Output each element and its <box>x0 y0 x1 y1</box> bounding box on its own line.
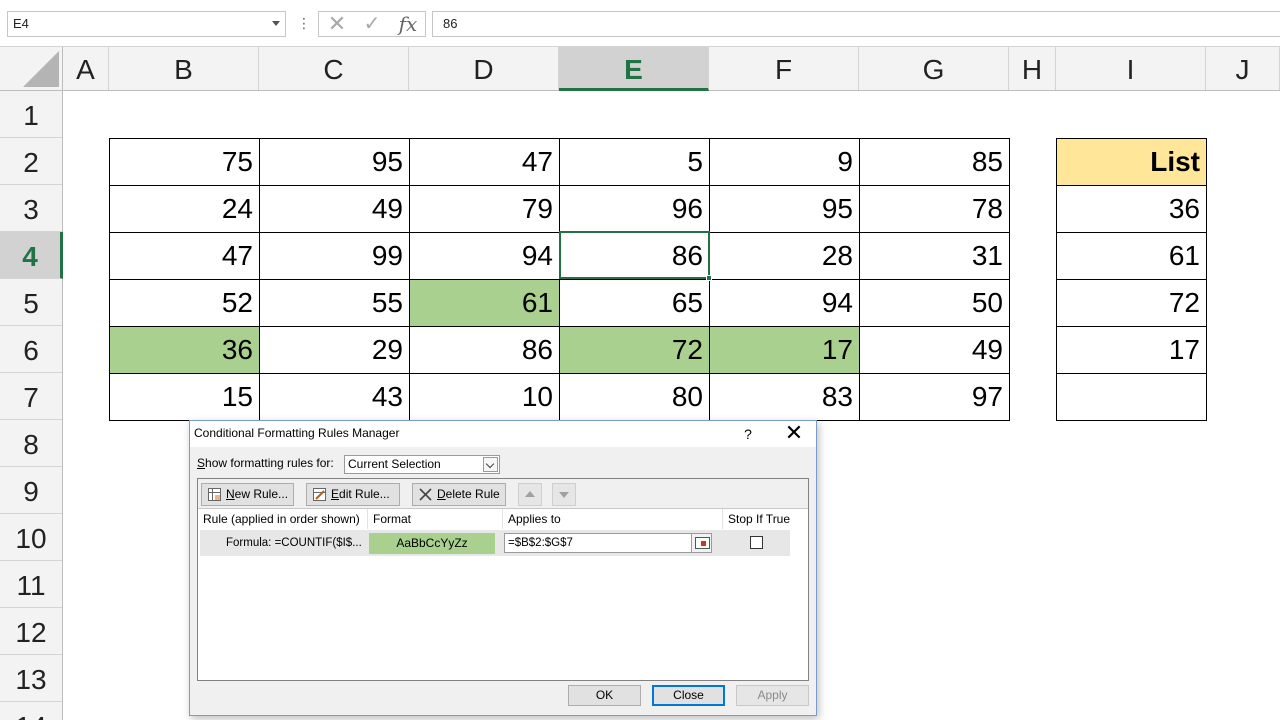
cell-d3[interactable]: 79 <box>409 185 560 233</box>
close-icon[interactable]: ✕ <box>784 422 804 444</box>
rules-list: New Rule... Edit Rule... Delete Rule Rul… <box>197 478 809 681</box>
cell-c3[interactable]: 49 <box>259 185 410 233</box>
cell-g6[interactable]: 49 <box>859 326 1010 374</box>
cell-e7[interactable]: 80 <box>559 373 710 421</box>
accelerator-key: E <box>331 487 340 501</box>
dialog-title: Conditional Formatting Rules Manager <box>194 426 400 440</box>
cell-b5[interactable]: 52 <box>109 279 260 327</box>
arrow-down-icon <box>559 492 569 498</box>
show-rules-label: Show formatting rules for: <box>197 456 334 470</box>
edit-rule-label: dit Rule... <box>339 487 390 501</box>
cell-b3[interactable]: 24 <box>109 185 260 233</box>
column-header-stop-if-true: Stop If True <box>728 512 791 526</box>
cell-b7[interactable]: 15 <box>109 373 260 421</box>
show-rules-select[interactable]: Current Selection <box>344 455 500 474</box>
apply-button[interactable]: Apply <box>736 685 809 706</box>
cell-f2[interactable]: 9 <box>709 138 860 186</box>
cell-f7[interactable]: 83 <box>709 373 860 421</box>
cell-g3[interactable]: 78 <box>859 185 1010 233</box>
delete-rule-label: elete Rule <box>445 487 500 501</box>
cell-i3[interactable]: 36 <box>1056 185 1207 233</box>
cell-d2[interactable]: 47 <box>409 138 560 186</box>
cell-e4[interactable]: 86 <box>559 232 710 280</box>
new-rule-button[interactable]: New Rule... <box>201 483 294 506</box>
chevron-down-icon[interactable] <box>483 457 498 472</box>
fill-handle[interactable] <box>706 275 712 281</box>
cell-d6[interactable]: 86 <box>409 326 560 374</box>
applies-to-input[interactable]: =$B$2:$G$7 <box>504 533 712 553</box>
cell-c6[interactable]: 29 <box>259 326 410 374</box>
ok-button[interactable]: OK <box>568 685 641 706</box>
accelerator-key: S <box>197 456 206 470</box>
close-button[interactable]: Close <box>652 685 725 706</box>
edit-rule-button[interactable]: Edit Rule... <box>306 483 400 506</box>
cell-d7[interactable]: 10 <box>409 373 560 421</box>
cell-i7[interactable] <box>1056 373 1207 421</box>
cell-b4[interactable]: 47 <box>109 232 260 280</box>
delete-rule-button[interactable]: Delete Rule <box>412 483 506 506</box>
conditional-formatting-dialog: Conditional Formatting Rules Manager ? ✕… <box>189 420 817 716</box>
cell-c2[interactable]: 95 <box>259 138 410 186</box>
cell-d5[interactable]: 61 <box>409 279 560 327</box>
show-rules-label-text: how formatting rules for: <box>205 456 334 470</box>
cell-b6[interactable]: 36 <box>109 326 260 374</box>
arrow-up-icon <box>525 491 535 497</box>
excel-window: E4 ⋮ ✕ ✓ fx 86 ABCDEFGHIJ 1 2 3 4 5 6 7 8 9 10 11 1… <box>0 0 1280 720</box>
cell-g4[interactable]: 31 <box>859 232 1010 280</box>
column-header-rule: Rule (applied in order shown) <box>198 509 368 529</box>
new-rule-icon <box>208 488 221 501</box>
accelerator-key: N <box>226 487 235 501</box>
cell-b2[interactable]: 75 <box>109 138 260 186</box>
cell-i6[interactable]: 17 <box>1056 326 1207 374</box>
cell-f5[interactable]: 94 <box>709 279 860 327</box>
format-preview: AaBbCcYyZz <box>369 533 495 554</box>
cell-e5[interactable]: 65 <box>559 279 710 327</box>
cell-c5[interactable]: 55 <box>259 279 410 327</box>
edit-rule-icon <box>313 488 326 501</box>
cell-f3[interactable]: 95 <box>709 185 860 233</box>
cell-c7[interactable]: 43 <box>259 373 410 421</box>
cell-i2[interactable]: List <box>1056 138 1207 186</box>
help-icon[interactable]: ? <box>739 424 757 444</box>
column-header-applies-to: Applies to <box>503 509 723 529</box>
range-picker-icon[interactable] <box>691 534 711 552</box>
cell-d4[interactable]: 94 <box>409 232 560 280</box>
cell-i4[interactable]: 61 <box>1056 232 1207 280</box>
move-up-button[interactable] <box>518 483 542 506</box>
cell-e3[interactable]: 96 <box>559 185 710 233</box>
cell-g5[interactable]: 50 <box>859 279 1010 327</box>
cell-f4[interactable]: 28 <box>709 232 860 280</box>
cell-c4[interactable]: 99 <box>259 232 410 280</box>
rules-toolbar: New Rule... Edit Rule... Delete Rule <box>198 479 808 509</box>
rules-column-headers: Rule (applied in order shown) Format App… <box>198 509 808 529</box>
dialog-titlebar[interactable]: Conditional Formatting Rules Manager ? ✕ <box>190 421 816 447</box>
cell-i5[interactable]: 72 <box>1056 279 1207 327</box>
delete-icon <box>419 488 432 501</box>
accelerator-key: D <box>437 487 446 501</box>
new-rule-label: ew Rule... <box>234 487 289 501</box>
column-header-format: Format <box>368 509 503 529</box>
rule-formula: Formula: =COUNTIF($I$... <box>226 537 362 549</box>
cell-f6[interactable]: 17 <box>709 326 860 374</box>
applies-to-value: =$B$2:$G$7 <box>508 537 573 549</box>
cell-g7[interactable]: 97 <box>859 373 1010 421</box>
stop-if-true-checkbox[interactable] <box>750 536 763 549</box>
rule-row[interactable]: Formula: =COUNTIF($I$... AaBbCcYyZz =$B$… <box>200 530 790 556</box>
cell-e6[interactable]: 72 <box>559 326 710 374</box>
move-down-button[interactable] <box>552 483 576 506</box>
cell-e2[interactable]: 5 <box>559 138 710 186</box>
cell-g2[interactable]: 85 <box>859 138 1010 186</box>
show-rules-value: Current Selection <box>348 457 441 471</box>
